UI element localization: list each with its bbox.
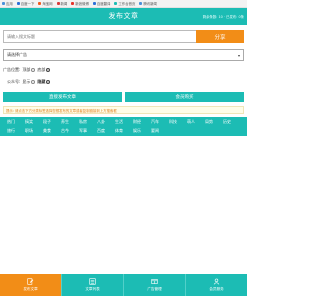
publish-button[interactable]: 直接发布文章: [3, 92, 122, 102]
page-header: 发布文章 剩余条数: 10 · 已发布: 0条: [0, 8, 247, 25]
notice-banner: 提示: 请点击下方分类标签选择您想发布的文章或者复制链接到上方搜索框: [3, 106, 244, 114]
bookmark-item[interactable]: 工作台首页: [114, 1, 135, 6]
quota-info: 剩余条数: 10 · 已发布: 0条: [202, 15, 244, 19]
bookmark-label: 应用: [6, 2, 13, 6]
public-account-label: 公众号:: [7, 79, 21, 84]
action-buttons: 直接发布文章 会员购买: [3, 92, 244, 102]
category-tag[interactable]: 段子: [38, 118, 56, 127]
radio-checked-icon[interactable]: [46, 68, 51, 72]
bookmark-label: 腾讯新闻: [143, 2, 157, 6]
share-button[interactable]: 分享: [196, 30, 244, 43]
tab-label: 会员服务: [209, 287, 224, 291]
search-input[interactable]: [3, 30, 196, 43]
category-tag[interactable]: 美食: [38, 127, 56, 136]
option-label: 顶部: [22, 67, 31, 72]
ad-position-label: 广告位置:: [3, 67, 21, 72]
bookmark-item[interactable]: 应用: [2, 1, 13, 6]
bookmark-label: 新闻: [60, 2, 68, 6]
bookmark-icon: [71, 2, 75, 5]
bookmark-icon: [56, 2, 60, 5]
category-tag[interactable]: 历史: [218, 118, 236, 127]
bookmark-item[interactable]: 淘宝网: [38, 1, 53, 6]
tab-label: 发布文章: [23, 287, 38, 291]
category-tag[interactable]: 体育: [110, 127, 128, 136]
public-hide-option[interactable]: 隐藏: [37, 79, 51, 85]
category-tag[interactable]: 军事: [74, 127, 92, 136]
category-tag[interactable]: 八卦: [92, 118, 110, 127]
ad-position-bottom-option[interactable]: 底部: [37, 67, 51, 73]
bookmark-icon: [114, 2, 118, 5]
category-tag[interactable]: 汽车: [146, 118, 164, 127]
edit-icon: [27, 278, 34, 285]
ad-select[interactable]: 请选择广告 ▾: [3, 49, 244, 61]
tab-publish-article[interactable]: 发布文章: [0, 274, 62, 296]
public-show-option[interactable]: 显示: [22, 79, 36, 85]
radio-unchecked-icon[interactable]: [31, 80, 36, 84]
category-tag[interactable]: 要闻: [146, 127, 164, 136]
tab-ad-management[interactable]: 广告管理: [124, 274, 186, 296]
chevron-down-icon: ▾: [237, 52, 240, 58]
bookmark-icon: [2, 2, 5, 5]
bookmark-label: 百度一下: [20, 2, 35, 6]
search-bar: 分享: [3, 30, 244, 43]
ad-position-row: 广告位置: 顶部 底部: [3, 67, 51, 73]
buy-membership-button[interactable]: 会员购买: [125, 92, 244, 102]
category-tag[interactable]: 局势: [200, 118, 218, 127]
category-tag[interactable]: 娱乐: [128, 127, 146, 136]
bookmark-label: 工作台首页: [118, 2, 136, 6]
category-tag[interactable]: 私房: [74, 118, 92, 127]
bookmark-icon: [38, 2, 42, 5]
option-label: 底部: [37, 67, 46, 72]
ad-position-top-option[interactable]: 顶部: [22, 67, 36, 73]
bookmark-icon: [92, 2, 96, 5]
bookmark-item[interactable]: 腾讯新闻: [139, 1, 157, 6]
radio-checked-icon[interactable]: [46, 80, 51, 84]
bookmark-item[interactable]: 新浪微博: [71, 1, 89, 6]
list-icon: [89, 278, 96, 285]
category-tag[interactable]: 搞笑: [20, 118, 38, 127]
bookmark-icon: [139, 2, 143, 5]
option-label: 显示: [22, 79, 31, 84]
bottom-tab-bar: 发布文章 文章列表 广告管理 会员服务: [0, 274, 247, 296]
bookmarks-bar: 应用 百度一下 淘宝网 新闻 新浪微博 百度翻译 工作台首页 腾讯新闻: [0, 0, 247, 8]
category-tag[interactable]: 养生: [56, 118, 74, 127]
category-tag[interactable]: 热门: [2, 118, 20, 127]
category-tag[interactable]: 生活: [110, 118, 128, 127]
category-tag[interactable]: 百度: [92, 127, 110, 136]
category-tag[interactable]: 旅行: [2, 127, 20, 136]
radio-unchecked-icon[interactable]: [31, 68, 36, 72]
bookmark-label: 百度翻译: [96, 2, 111, 6]
tab-member-service[interactable]: 会员服务: [186, 274, 247, 296]
category-tag[interactable]: 财经: [128, 118, 146, 127]
bookmark-item[interactable]: 百度翻译: [92, 1, 111, 6]
bookmark-label: 淘宝网: [42, 2, 53, 6]
category-tag[interactable]: 科技: [164, 118, 182, 127]
ad-icon: [151, 279, 158, 284]
bookmark-label: 新浪微博: [75, 2, 89, 6]
tab-article-list[interactable]: 文章列表: [62, 274, 124, 296]
category-tag[interactable]: 古今: [56, 127, 74, 136]
tab-label: 广告管理: [147, 287, 162, 291]
tab-label: 文章列表: [85, 287, 100, 291]
ad-select-value: 请选择广告: [7, 52, 27, 57]
bookmark-icon: [16, 2, 20, 5]
option-label: 隐藏: [37, 79, 46, 84]
public-account-row: 公众号: 显示 隐藏: [3, 79, 51, 85]
category-tags: 热门 搞笑 段子 养生 私房 八卦 生活 财经 汽车 科技 萌人 局势 历史 旅…: [0, 117, 247, 136]
bookmark-item[interactable]: 百度一下: [16, 1, 35, 6]
bookmark-item[interactable]: 新闻: [56, 1, 68, 6]
category-tag[interactable]: 职场: [20, 127, 38, 136]
category-tag[interactable]: 萌人: [182, 118, 200, 127]
user-icon: [213, 278, 220, 285]
